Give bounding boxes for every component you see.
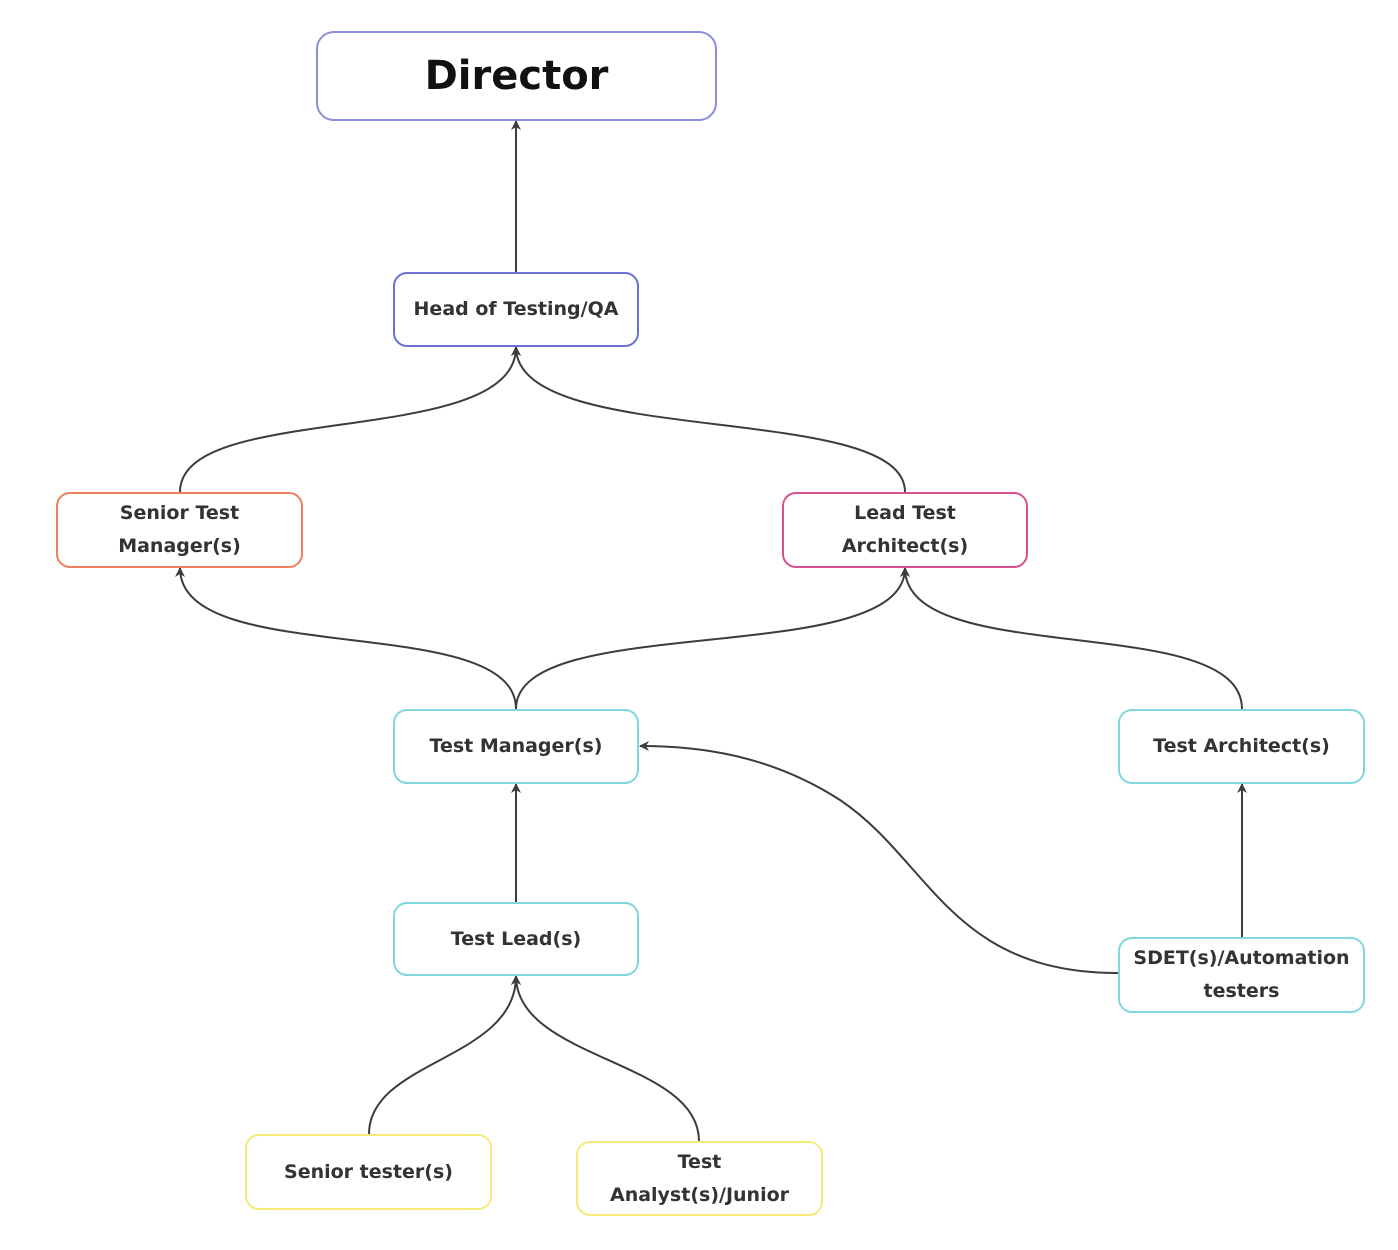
connector-layer <box>175 120 1247 1142</box>
node-test-manager-label: Test Manager(s) <box>429 735 603 757</box>
edge-senior-tester-to-test-lead <box>368 975 521 1135</box>
node-sdet-label: SDET(s)/Automation testers <box>1133 947 1350 1002</box>
node-lead-test-architect-label: Lead Test Architect(s) <box>841 502 969 557</box>
edge-lead-test-architect-to-head <box>511 346 906 493</box>
node-lead-test-architect[interactable]: Lead Test Architect(s) <box>782 492 1028 568</box>
edge-test-manager-to-lead-test-architect <box>515 567 910 710</box>
node-senior-test-manager[interactable]: Senior Test Manager(s) <box>56 492 303 568</box>
node-senior-tester-label: Senior tester(s) <box>284 1160 453 1183</box>
edge-sdet-to-test-manager <box>639 741 1119 974</box>
node-test-lead-label: Test Lead(s) <box>450 927 582 950</box>
node-director[interactable]: Director <box>316 31 717 121</box>
node-test-architect[interactable]: Test Architect(s) <box>1118 709 1365 784</box>
node-test-manager[interactable]: Test Manager(s) <box>393 709 639 784</box>
node-senior-tester[interactable]: Senior tester(s) <box>245 1134 492 1210</box>
node-test-analyst-label: Test Analyst(s)/Junior <box>609 1150 789 1206</box>
node-head-of-testing-label: Head of Testing/QA <box>413 298 619 320</box>
node-test-architect-label: Test Architect(s) <box>1153 735 1330 757</box>
node-sdet[interactable]: SDET(s)/Automation testers <box>1118 937 1365 1013</box>
node-head-of-testing[interactable]: Head of Testing/QA <box>393 272 639 347</box>
node-test-analyst[interactable]: Test Analyst(s)/Junior <box>576 1141 823 1216</box>
edge-test-analyst-to-test-lead <box>511 975 700 1142</box>
edge-test-manager-to-senior-test-manager <box>175 567 517 710</box>
edge-senior-test-manager-to-head <box>179 346 521 493</box>
edge-test-architect-to-lead-test-architect <box>900 567 1243 710</box>
node-director-label: Director <box>424 52 609 99</box>
node-senior-test-manager-label: Senior Test Manager(s) <box>118 502 241 557</box>
node-test-lead[interactable]: Test Lead(s) <box>393 902 639 976</box>
